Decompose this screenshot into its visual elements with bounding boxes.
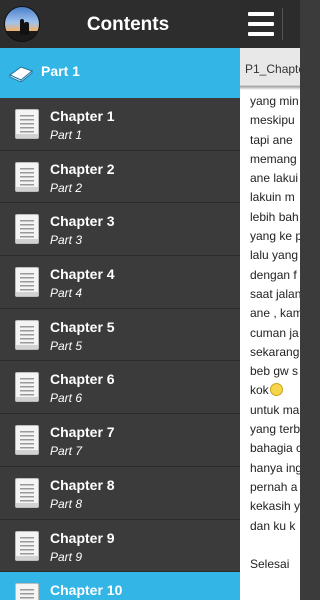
text-line: saat jalan [250,286,300,301]
chapter-title-strip: P1_Chapte [240,48,300,86]
document-icon [15,372,39,403]
text-line: lalu yang [250,248,299,263]
drawer-title: Contents [86,14,170,35]
text-line: hanya ing [250,460,300,475]
document-icon [15,214,39,245]
text-line: yang ke p [250,229,300,244]
text-line: kok [250,381,300,400]
text-line: lebih bah [250,209,299,224]
chapter-list: Chapter 1 Part 1 Chapter 2 Part 2 Chapter 3 P… [0,98,240,600]
text-line: yang min [250,94,299,108]
text-line: untuk ma [250,402,300,417]
text-line: lakuin m [250,190,295,205]
chapter-item[interactable]: Chapter 4 Part 4 [0,256,240,309]
chapter-item[interactable]: Chapter 2 Part 2 [0,151,240,204]
chapter-title: Chapter 5 [50,318,115,335]
navigation-drawer: Contents Part 1 Chapter 1 Part 1 Chapter 2… [0,0,240,600]
chapter-text: yang min meskipu tapi ane memang ane lakui la… [250,92,300,574]
chapter-item[interactable]: Chapter 9 Part 9 [0,520,240,573]
chapter-title: Chapter 1 [50,108,115,124]
smiley-icon [269,383,283,397]
chapter-part: Part 3 [50,233,83,248]
document-icon [15,425,39,456]
chapter-item[interactable]: Chapter 1 Part 1 [0,98,240,151]
text-line: dan ku k [250,518,296,533]
text-line: ane lakui [250,171,299,186]
text-line: sekarang [250,344,300,359]
text-line: tapi ane [250,132,293,147]
chapter-item[interactable]: Chapter 7 Part 7 [0,414,240,467]
chapter-title: Chapter 6 [50,371,115,388]
chapter-part: Part 9 [50,549,83,564]
chapter-title: Chapter 10 [50,582,123,599]
chapter-part: Part 8 [50,496,83,511]
chapter-item[interactable]: Chapter 6 Part 6 [0,361,240,415]
chapter-part: Part 7 [50,444,83,459]
text-line: bahagia c [250,441,300,456]
chapter-title: Chapter 8 [50,476,115,493]
chapter-item[interactable]: Chapter 8 Part 8 [0,467,240,520]
chapter-title: Chapter 2 [50,160,115,177]
chapter-item[interactable]: Chapter 5 Part 5 [0,309,240,362]
hamburger-icon[interactable] [248,12,274,36]
chapter-part: Part 1 [50,128,83,142]
chapter-title: Chapter 7 [50,424,115,441]
book-icon [9,66,33,82]
text-line: dengan f [250,267,297,282]
chapter-title: Chapter 4 [50,266,115,283]
chapter-part: Part 4 [50,286,83,301]
text-line: beb gw s [250,364,299,379]
document-icon [15,161,39,192]
chapter-title-label: P1_Chapte [245,62,300,76]
chapter-title: Chapter 9 [50,529,115,546]
chapter-item[interactable]: Chapter 10Part 10 [0,572,240,600]
document-icon [15,583,39,600]
chapter-title: Chapter 3 [50,213,115,230]
text-line [250,536,300,555]
text-line: meskipu [250,113,295,128]
text-line: ane , kam [250,306,300,321]
toolbar-divider [282,8,283,40]
text-line: pernah a [250,479,298,494]
chapter-part: Part 2 [50,180,83,195]
chapter-item[interactable]: Chapter 3 Part 3 [0,203,240,257]
strip-shadow [240,86,300,90]
reader-toolbar [240,0,300,48]
reader-pane: P1_Chapte yang min meskipu tapi ane memang a… [240,0,300,600]
chapter-part: Part 5 [50,338,83,353]
text-line: cuman ja [250,325,299,340]
part-label: Part 1 [41,63,80,79]
document-icon [15,267,39,298]
document-icon [15,319,39,350]
text-line: Selesai [250,557,290,572]
chapter-part: Part 6 [50,391,83,406]
part-header[interactable]: Part 1 [0,48,240,98]
drawer-header: Contents [0,0,240,48]
text-line: yang terb [250,422,300,437]
text-line: kekasih y [250,499,300,514]
text-line: memang [250,151,297,166]
document-icon [15,530,39,561]
document-icon [15,477,39,508]
document-icon [15,109,39,139]
